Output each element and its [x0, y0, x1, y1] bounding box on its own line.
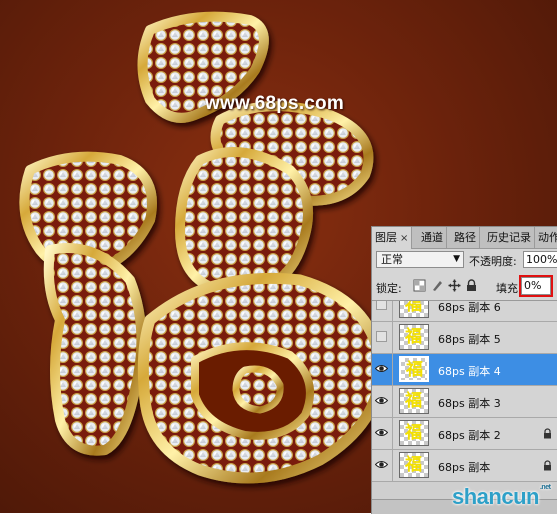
tab-channels-label: 通道: [421, 231, 443, 244]
layer-thumbnail-glyph: 福: [405, 455, 422, 475]
site-watermark-logo: shancun.net: [452, 484, 551, 510]
layer-row[interactable]: 福 68ps 副本 2: [372, 418, 557, 450]
close-icon[interactable]: ×: [400, 233, 408, 244]
layer-thumbnail-glyph: 福: [405, 327, 422, 347]
lock-all-icon[interactable]: [465, 279, 478, 292]
layer-thumbnail[interactable]: 福: [399, 452, 429, 478]
lock-transparent-pixels-icon[interactable]: [413, 279, 426, 292]
tab-history-label: 历史记录: [487, 231, 531, 244]
panel-tab-bar: 图层× 通道 路径 历史记录 动作: [372, 227, 557, 249]
dropdown-arrow-icon: ▼: [453, 254, 460, 264]
fill-input[interactable]: 0%: [519, 275, 553, 297]
lock-label: 锁定:: [376, 282, 402, 295]
tab-history[interactable]: 历史记录: [484, 227, 535, 248]
tab-channels[interactable]: 通道: [418, 227, 447, 248]
fill-label: 填充:: [496, 282, 522, 295]
lock-image-pixels-icon[interactable]: [431, 279, 444, 292]
layer-thumbnail[interactable]: 福: [399, 388, 429, 414]
tab-actions-label: 动作: [538, 231, 557, 244]
layer-thumbnail-glyph: 福: [406, 360, 423, 380]
blend-mode-select[interactable]: 正常 ▼: [376, 251, 464, 268]
layer-row[interactable]: 福 68ps 副本 5: [372, 322, 557, 354]
tab-layers[interactable]: 图层 ×: [372, 227, 413, 249]
layers-list: 福 68ps 副本 6 福 68ps 副本 5 福 68ps 副本 4 福 68ps 副本 3…: [372, 300, 557, 514]
lock-position-icon[interactable]: [448, 279, 461, 292]
visibility-empty-box: [376, 331, 387, 342]
layer-row[interactable]: 福 68ps 副本 4: [372, 354, 557, 386]
layer-visibility-toggle[interactable]: [372, 354, 393, 385]
layer-lock-icon: [543, 428, 552, 442]
layers-panel: 图层× 通道 路径 历史记录 动作 正常 ▼ 不透明度: 100% 锁定:: [371, 226, 557, 514]
layer-row[interactable]: 福 68ps 副本 3: [372, 386, 557, 418]
layer-name[interactable]: 68ps 副本 3: [438, 395, 501, 411]
layer-lock-icon: [543, 460, 552, 474]
site-watermark-suffix: .net: [539, 484, 551, 491]
layer-row[interactable]: 福 68ps 副本 6: [372, 300, 557, 322]
layer-visibility-toggle[interactable]: [372, 322, 393, 353]
visibility-empty-box: [376, 301, 387, 310]
layer-name[interactable]: 68ps 副本: [438, 459, 490, 475]
tab-layers-label: 图层: [375, 231, 397, 244]
eye-icon: [375, 365, 388, 372]
layer-visibility-toggle[interactable]: [372, 418, 393, 449]
layer-visibility-toggle[interactable]: [372, 386, 393, 417]
layer-visibility-toggle[interactable]: [372, 450, 393, 481]
layer-name[interactable]: 68ps 副本 5: [438, 331, 501, 347]
opacity-input[interactable]: 100%: [523, 251, 557, 268]
tab-paths-label: 路径: [454, 231, 476, 244]
opacity-label: 不透明度:: [469, 255, 517, 268]
layer-thumbnail[interactable]: 福: [399, 420, 429, 446]
layer-name[interactable]: 68ps 副本 4: [438, 363, 501, 379]
layer-thumbnail[interactable]: 福: [399, 300, 429, 318]
lock-fill-row: 锁定: 填充: 0%: [372, 275, 557, 297]
layer-row[interactable]: 福 68ps 副本: [372, 450, 557, 482]
eye-icon: [375, 461, 388, 468]
tab-paths[interactable]: 路径: [451, 227, 480, 248]
layer-name[interactable]: 68ps 副本 6: [438, 301, 501, 315]
layer-name[interactable]: 68ps 副本 2: [438, 427, 501, 443]
eye-icon: [375, 397, 388, 404]
layer-thumbnail[interactable]: 福: [399, 324, 429, 350]
layer-thumbnail-glyph: 福: [405, 300, 422, 315]
watermark-text: www.68ps.com: [205, 93, 344, 114]
blend-mode-value: 正常: [381, 253, 403, 266]
layer-thumbnail-glyph: 福: [405, 423, 422, 443]
blend-opacity-row: 正常 ▼ 不透明度: 100%: [372, 250, 557, 270]
layer-thumbnail[interactable]: 福: [399, 356, 429, 382]
eye-icon: [375, 429, 388, 436]
layer-thumbnail-glyph: 福: [405, 391, 422, 411]
site-watermark-text: shancun: [452, 484, 539, 509]
tab-actions[interactable]: 动作: [535, 227, 557, 248]
layer-visibility-toggle[interactable]: [372, 301, 393, 321]
